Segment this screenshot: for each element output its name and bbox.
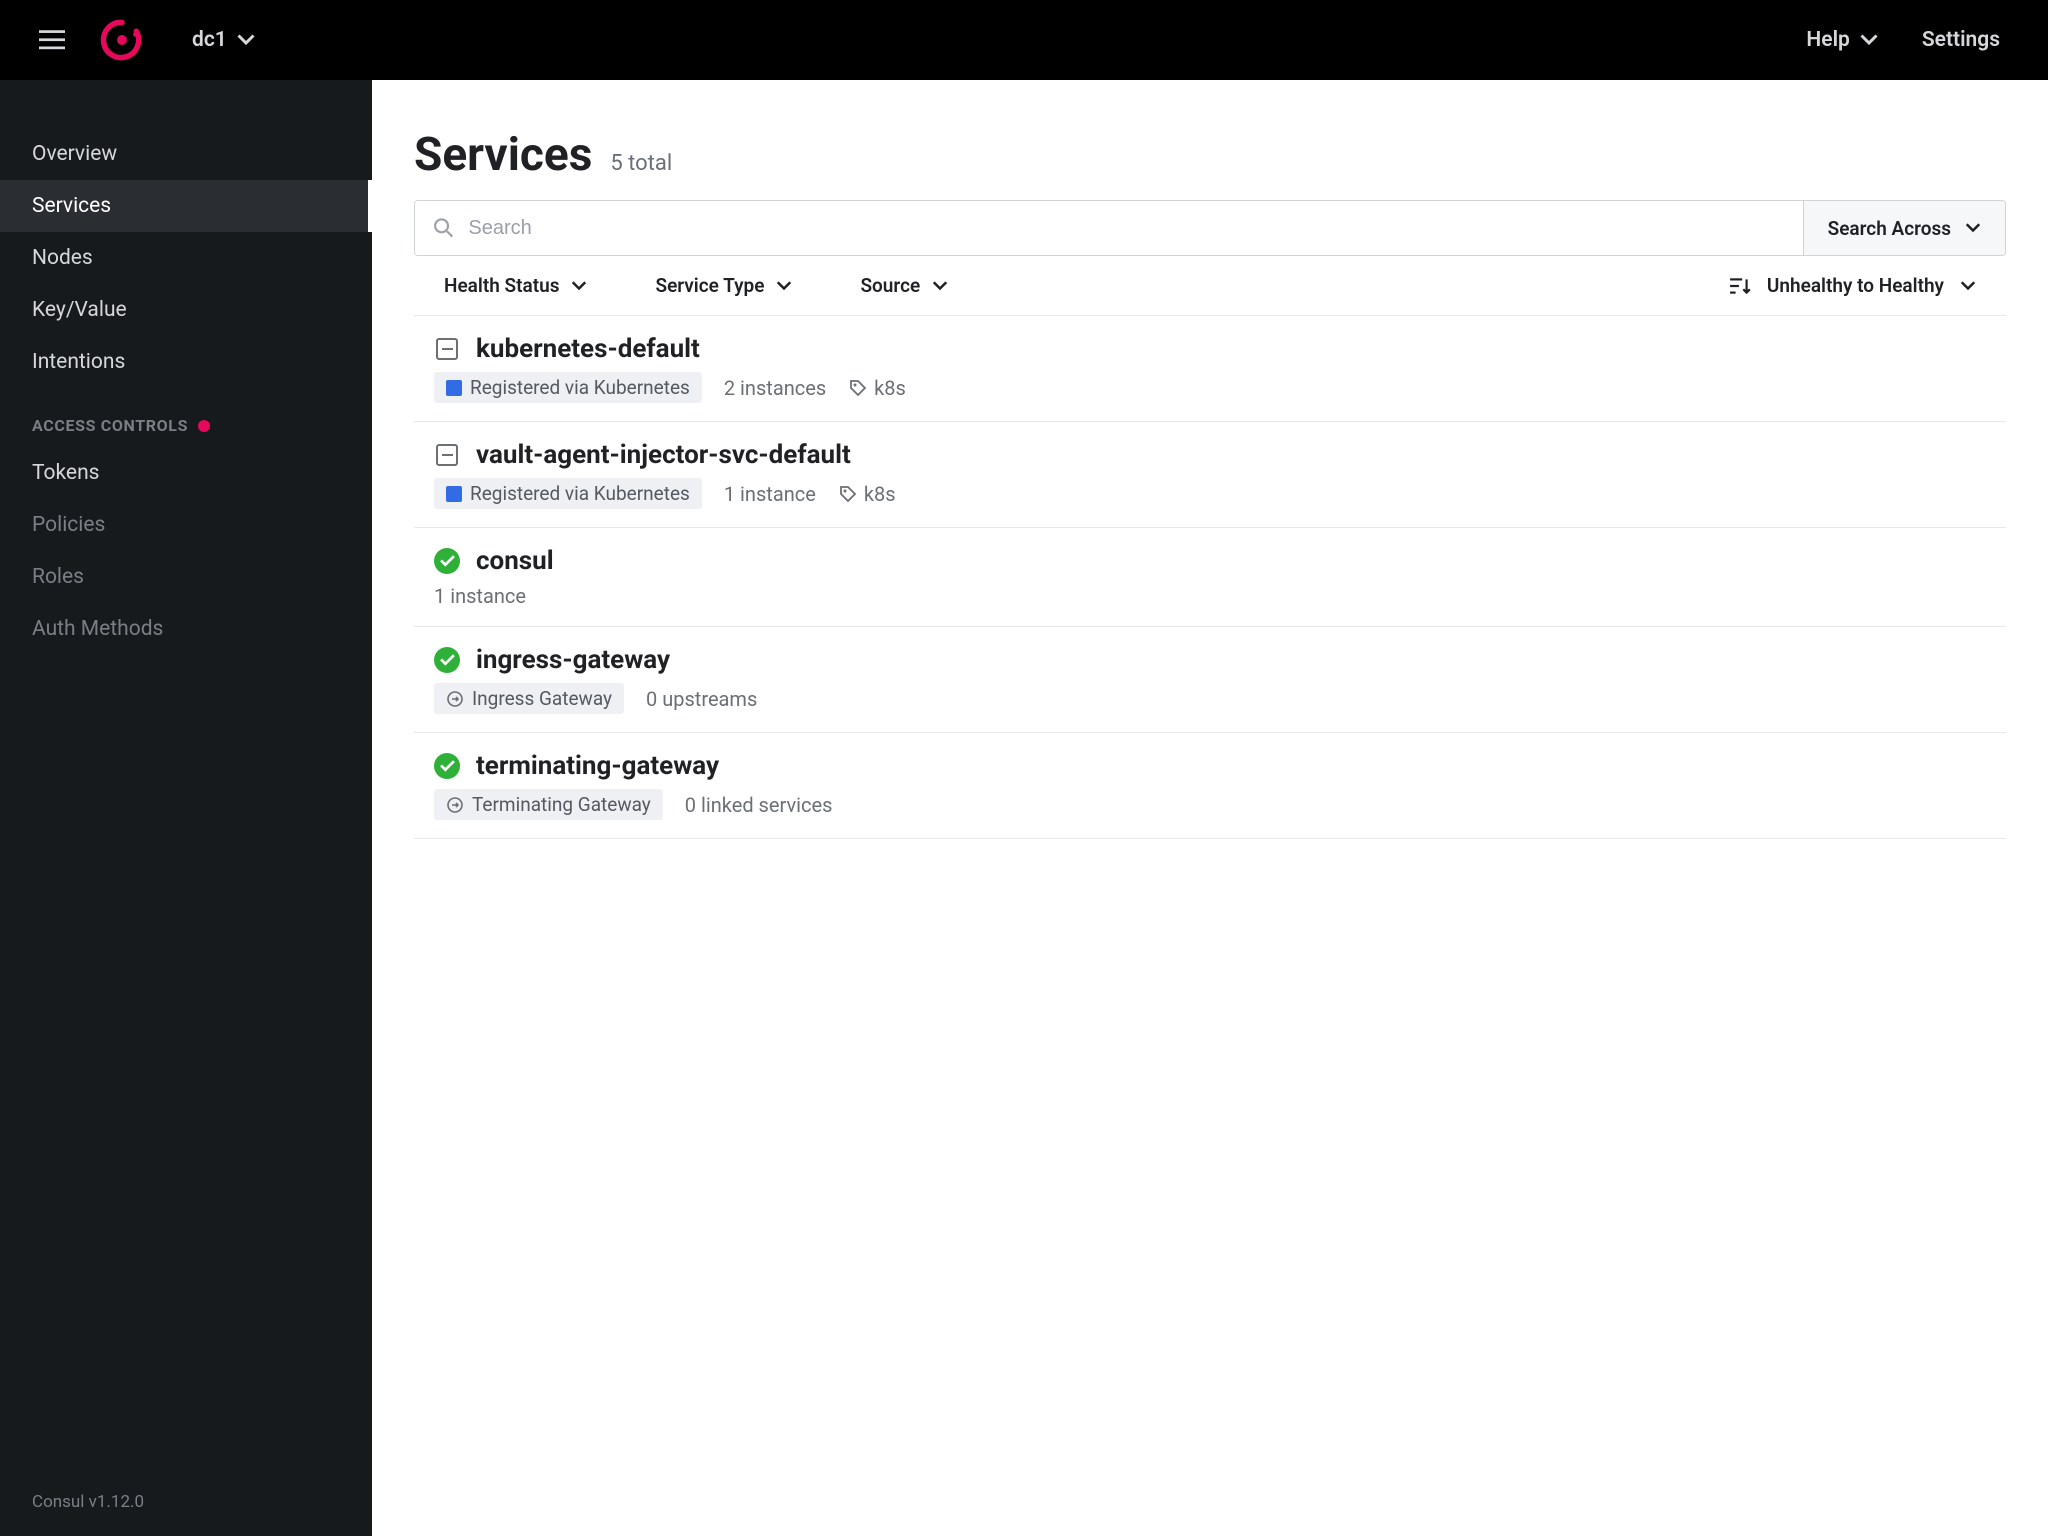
tag-label: k8s [864, 482, 896, 506]
menu-button[interactable] [36, 24, 68, 56]
service-name-link[interactable]: ingress-gateway [476, 645, 670, 675]
header-right: Help Settings [1806, 28, 2000, 52]
k8s-registered-badge: Registered via Kubernetes [434, 372, 702, 403]
kubernetes-icon [446, 486, 462, 502]
filter-label: Health Status [444, 274, 559, 297]
sidebar-item-services[interactable]: Services [0, 180, 372, 232]
consul-logo[interactable] [100, 18, 144, 62]
filter-label: Source [860, 274, 920, 297]
badge-label: Registered via Kubernetes [470, 482, 690, 505]
service-item: terminating-gateway Terminating Gateway … [414, 733, 2006, 839]
filter-source[interactable]: Source [860, 274, 948, 297]
page-subtitle: 5 total [610, 151, 672, 176]
sidebar-section-access-controls: ACCESS CONTROLS [0, 388, 372, 447]
gateway-icon [446, 796, 464, 814]
service-item: ingress-gateway Ingress Gateway 0 upstre… [414, 627, 2006, 733]
sidebar: Overview Services Nodes Key/Value Intent… [0, 80, 372, 1536]
service-tag: k8s [838, 482, 896, 506]
status-healthy-icon [434, 647, 460, 673]
chevron-down-icon [237, 34, 255, 46]
section-title-label: ACCESS CONTROLS [32, 416, 188, 435]
app-header: dc1 Help Settings [0, 0, 2048, 80]
search-across-label: Search Across [1828, 217, 1951, 240]
sidebar-item-overview[interactable]: Overview [0, 128, 372, 180]
filter-health-status[interactable]: Health Status [444, 274, 587, 297]
sidebar-item-tokens[interactable]: Tokens [0, 447, 372, 499]
chevron-down-icon [932, 281, 948, 291]
help-label: Help [1806, 28, 1849, 52]
search-bar: Search Across [414, 200, 2006, 256]
tag-icon [848, 378, 868, 398]
sort-icon [1729, 276, 1751, 296]
instances-count: 0 linked services [685, 793, 833, 817]
search-icon [433, 217, 454, 239]
status-dot-icon [198, 420, 210, 432]
chevron-down-icon [1860, 34, 1878, 46]
badge-label: Terminating Gateway [472, 793, 651, 816]
service-tag: k8s [848, 376, 906, 400]
sidebar-footer: Consul v1.12.0 [0, 1468, 372, 1536]
service-list: kubernetes-default Registered via Kubern… [414, 316, 2006, 839]
datacenter-select[interactable]: dc1 [192, 28, 255, 52]
datacenter-label: dc1 [192, 28, 227, 52]
page-title: Services [414, 128, 592, 182]
sort-label: Unhealthy to Healthy [1767, 274, 1944, 297]
sort-control[interactable]: Unhealthy to Healthy [1729, 274, 1976, 297]
search-input[interactable] [468, 217, 1784, 240]
service-name-link[interactable]: terminating-gateway [476, 751, 719, 781]
sidebar-item-keyvalue[interactable]: Key/Value [0, 284, 372, 336]
service-name-link[interactable]: consul [476, 546, 554, 576]
chevron-down-icon [571, 281, 587, 291]
service-name-link[interactable]: vault-agent-injector-svc-default [476, 440, 851, 470]
sidebar-item-auth-methods[interactable]: Auth Methods [0, 603, 372, 655]
service-item: kubernetes-default Registered via Kubern… [414, 316, 2006, 422]
instances-count: 1 instance [724, 482, 816, 506]
badge-label: Registered via Kubernetes [470, 376, 690, 399]
page-title-row: Services 5 total [414, 128, 2006, 182]
sidebar-item-intentions[interactable]: Intentions [0, 336, 372, 388]
sidebar-item-roles[interactable]: Roles [0, 551, 372, 603]
sidebar-item-nodes[interactable]: Nodes [0, 232, 372, 284]
status-empty-icon [434, 336, 460, 362]
instances-count: 2 instances [724, 376, 826, 400]
instances-count: 0 upstreams [646, 687, 757, 711]
service-item: vault-agent-injector-svc-default Registe… [414, 422, 2006, 528]
settings-label: Settings [1922, 28, 2000, 52]
service-name-link[interactable]: kubernetes-default [476, 334, 700, 364]
filter-service-type[interactable]: Service Type [655, 274, 792, 297]
gateway-badge: Ingress Gateway [434, 683, 624, 714]
search-across-button[interactable]: Search Across [1803, 201, 2005, 255]
service-item: consul 1 instance [414, 528, 2006, 627]
k8s-registered-badge: Registered via Kubernetes [434, 478, 702, 509]
filter-label: Service Type [655, 274, 764, 297]
sidebar-item-policies[interactable]: Policies [0, 499, 372, 551]
search-input-wrap [415, 201, 1803, 255]
status-empty-icon [434, 442, 460, 468]
badge-label: Ingress Gateway [472, 687, 612, 710]
main-content: Services 5 total Search Across Health St… [372, 80, 2048, 1536]
instances-count: 1 instance [434, 584, 526, 608]
tag-label: k8s [874, 376, 906, 400]
version-label: Consul v1.12.0 [32, 1492, 144, 1512]
menu-icon [39, 30, 65, 50]
gateway-icon [446, 690, 464, 708]
tag-icon [838, 484, 858, 504]
settings-link[interactable]: Settings [1922, 28, 2000, 52]
gateway-badge: Terminating Gateway [434, 789, 663, 820]
filter-row: Health Status Service Type Source [414, 256, 2006, 316]
chevron-down-icon [1960, 281, 1976, 291]
status-healthy-icon [434, 548, 460, 574]
consul-logo-icon [100, 18, 144, 62]
chevron-down-icon [1965, 223, 1981, 233]
kubernetes-icon [446, 380, 462, 396]
help-menu[interactable]: Help [1806, 28, 1877, 52]
status-healthy-icon [434, 753, 460, 779]
chevron-down-icon [776, 281, 792, 291]
